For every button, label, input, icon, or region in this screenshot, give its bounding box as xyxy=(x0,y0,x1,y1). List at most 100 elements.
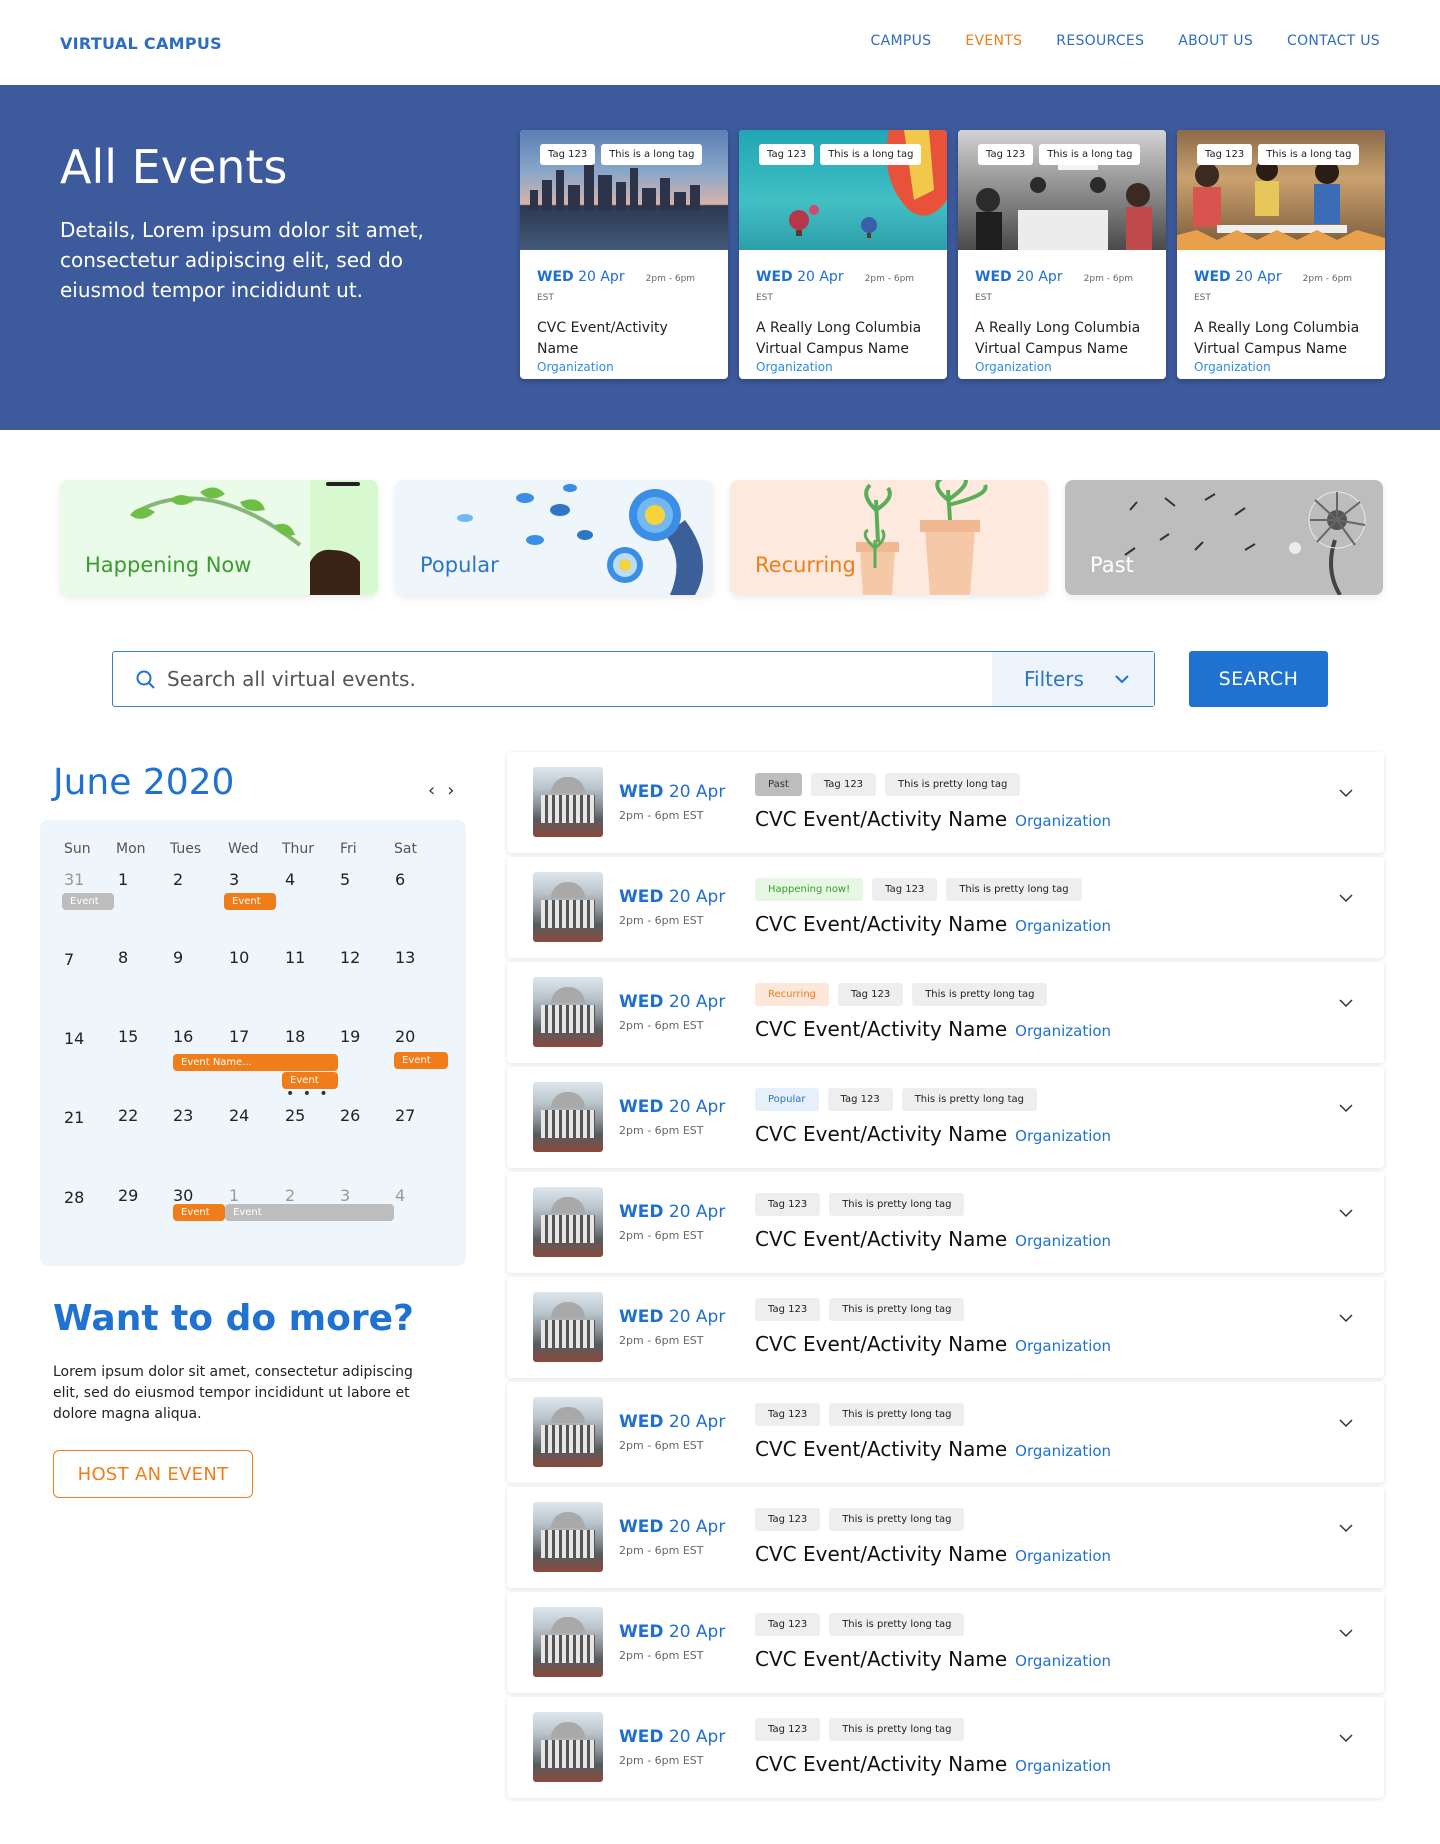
calendar-day[interactable]: 23 xyxy=(173,1106,193,1125)
event-organization[interactable]: Organization xyxy=(1015,1442,1111,1460)
event-row[interactable]: WED 20 Apr 2pm - 6pm EST Tag 123 This is… xyxy=(507,1592,1384,1693)
chevron-left-icon[interactable]: ‹ xyxy=(428,780,435,801)
card-tag[interactable]: Tag 123 xyxy=(540,144,596,165)
event-row[interactable]: WED 20 Apr 2pm - 6pm EST Recurring Tag 1… xyxy=(507,962,1384,1063)
featured-event-card[interactable]: Tag 123 This is a long tag WED 20 Apr 2p… xyxy=(1177,130,1385,379)
calendar-day[interactable]: 13 xyxy=(395,948,415,967)
event-organization[interactable]: Organization xyxy=(1015,1547,1111,1565)
calendar-day[interactable]: 28 xyxy=(64,1188,84,1207)
calendar-day[interactable]: 1 xyxy=(229,1186,239,1205)
calendar-day[interactable]: 18 xyxy=(285,1027,305,1046)
calendar-day[interactable]: 16 xyxy=(173,1027,193,1046)
event-tag[interactable]: This is pretty long tag xyxy=(829,1298,965,1321)
featured-event-card[interactable]: Tag 123 This is a long tag WED 20 Apr 2p… xyxy=(520,130,728,379)
event-tag[interactable]: Tag 123 xyxy=(755,1508,821,1531)
calendar-event[interactable]: Event xyxy=(173,1204,225,1221)
host-event-button[interactable]: HOST AN EVENT xyxy=(53,1450,253,1498)
event-tag[interactable]: Tag 123 xyxy=(755,1403,821,1426)
chevron-down-icon[interactable] xyxy=(1338,1208,1354,1218)
status-badge[interactable]: Recurring xyxy=(755,983,829,1006)
calendar-day[interactable]: 31 xyxy=(64,870,84,889)
calendar-day[interactable]: 2 xyxy=(285,1186,295,1205)
event-row[interactable]: WED 20 Apr 2pm - 6pm EST Popular Tag 123… xyxy=(507,1067,1384,1168)
calendar-day[interactable]: 29 xyxy=(118,1186,138,1205)
chevron-down-icon[interactable] xyxy=(1338,1733,1354,1743)
calendar-day[interactable]: 9 xyxy=(173,948,183,967)
event-row[interactable]: WED 20 Apr 2pm - 6pm EST Past Tag 123 Th… xyxy=(507,752,1384,853)
site-logo[interactable]: VIRTUAL CAMPUS xyxy=(60,34,222,53)
event-row[interactable]: WED 20 Apr 2pm - 6pm EST Tag 123 This is… xyxy=(507,1487,1384,1588)
card-organization[interactable]: Organization xyxy=(537,360,711,374)
calendar-event[interactable]: Event xyxy=(62,893,114,910)
chevron-down-icon[interactable] xyxy=(1338,1418,1354,1428)
calendar-day[interactable]: 27 xyxy=(395,1106,415,1125)
card-organization[interactable]: Organization xyxy=(975,360,1149,374)
calendar-day[interactable]: 5 xyxy=(340,870,350,889)
event-tag[interactable]: This is pretty long tag xyxy=(829,1718,965,1741)
event-tag[interactable]: Tag 123 xyxy=(827,1088,893,1111)
category-happening-now[interactable]: Happening Now xyxy=(60,480,378,595)
calendar-day[interactable]: 21 xyxy=(64,1108,84,1127)
calendar-day[interactable]: 17 xyxy=(229,1027,249,1046)
card-tag[interactable]: Tag 123 xyxy=(1197,144,1253,165)
chevron-down-icon[interactable] xyxy=(1338,1523,1354,1533)
status-badge[interactable]: Past xyxy=(755,773,802,796)
calendar-day[interactable]: 22 xyxy=(118,1106,138,1125)
event-tag[interactable]: This is pretty long tag xyxy=(885,773,1021,796)
nav-campus[interactable]: CAMPUS xyxy=(871,33,932,49)
calendar-day[interactable]: 11 xyxy=(285,948,305,967)
nav-contact-us[interactable]: CONTACT US xyxy=(1287,33,1380,49)
featured-event-card[interactable]: Tag 123 This is a long tag WED 20 Apr 2p… xyxy=(739,130,947,379)
chevron-down-icon[interactable] xyxy=(1338,788,1354,798)
event-tag[interactable]: This is pretty long tag xyxy=(946,878,1082,901)
event-tag[interactable]: Tag 123 xyxy=(755,1298,821,1321)
calendar-day[interactable]: 14 xyxy=(64,1029,84,1048)
event-row[interactable]: WED 20 Apr 2pm - 6pm EST Tag 123 This is… xyxy=(507,1277,1384,1378)
event-organization[interactable]: Organization xyxy=(1015,1127,1111,1145)
calendar-day[interactable]: 10 xyxy=(229,948,249,967)
chevron-down-icon[interactable] xyxy=(1338,1628,1354,1638)
event-row[interactable]: WED 20 Apr 2pm - 6pm EST Happening now! … xyxy=(507,857,1384,958)
event-tag[interactable]: This is pretty long tag xyxy=(901,1088,1037,1111)
search-button[interactable]: SEARCH xyxy=(1189,651,1328,707)
card-tag[interactable]: This is a long tag xyxy=(1039,144,1141,165)
event-tag[interactable]: Tag 123 xyxy=(872,878,938,901)
category-popular[interactable]: Popular xyxy=(395,480,713,595)
event-tag[interactable]: This is pretty long tag xyxy=(912,983,1048,1006)
calendar-day[interactable]: 1 xyxy=(118,870,128,889)
chevron-down-icon[interactable] xyxy=(1338,1313,1354,1323)
event-organization[interactable]: Organization xyxy=(1015,1652,1111,1670)
event-tag[interactable]: Tag 123 xyxy=(810,773,877,796)
card-tag[interactable]: Tag 123 xyxy=(978,144,1034,165)
filters-dropdown[interactable]: Filters xyxy=(992,652,1154,706)
event-tag[interactable]: This is pretty long tag xyxy=(829,1193,965,1216)
nav-about-us[interactable]: ABOUT US xyxy=(1178,33,1253,49)
event-tag[interactable]: This is pretty long tag xyxy=(829,1613,965,1636)
card-tag[interactable]: This is a long tag xyxy=(820,144,922,165)
calendar-event[interactable]: Event xyxy=(224,893,276,910)
nav-events[interactable]: EVENTS xyxy=(965,33,1022,49)
calendar-event[interactable]: Event xyxy=(225,1204,394,1221)
calendar-day[interactable]: 2 xyxy=(173,870,183,889)
calendar-day[interactable]: 4 xyxy=(395,1186,405,1205)
calendar-day[interactable]: 24 xyxy=(229,1106,249,1125)
event-tag[interactable]: Tag 123 xyxy=(838,983,904,1006)
card-organization[interactable]: Organization xyxy=(1194,360,1368,374)
calendar-day[interactable]: 4 xyxy=(285,870,295,889)
calendar-day[interactable]: 19 xyxy=(340,1027,360,1046)
calendar-day[interactable]: 30 xyxy=(173,1186,193,1205)
featured-event-card[interactable]: Tag 123 This is a long tag WED 20 Apr 2p… xyxy=(958,130,1166,379)
nav-resources[interactable]: RESOURCES xyxy=(1056,33,1144,49)
calendar-day[interactable]: 12 xyxy=(340,948,360,967)
calendar-day[interactable]: 3 xyxy=(229,870,239,889)
event-row[interactable]: WED 20 Apr 2pm - 6pm EST Tag 123 This is… xyxy=(507,1382,1384,1483)
chevron-down-icon[interactable] xyxy=(1338,1103,1354,1113)
calendar-day[interactable]: 3 xyxy=(340,1186,350,1205)
event-row[interactable]: WED 20 Apr 2pm - 6pm EST Tag 123 This is… xyxy=(507,1172,1384,1273)
event-organization[interactable]: Organization xyxy=(1015,1757,1111,1775)
calendar-event[interactable]: Event Name... xyxy=(173,1054,338,1071)
chevron-down-icon[interactable] xyxy=(1338,998,1354,1008)
calendar-day[interactable]: 6 xyxy=(395,870,405,889)
card-tag[interactable]: Tag 123 xyxy=(759,144,815,165)
event-organization[interactable]: Organization xyxy=(1015,1232,1111,1250)
